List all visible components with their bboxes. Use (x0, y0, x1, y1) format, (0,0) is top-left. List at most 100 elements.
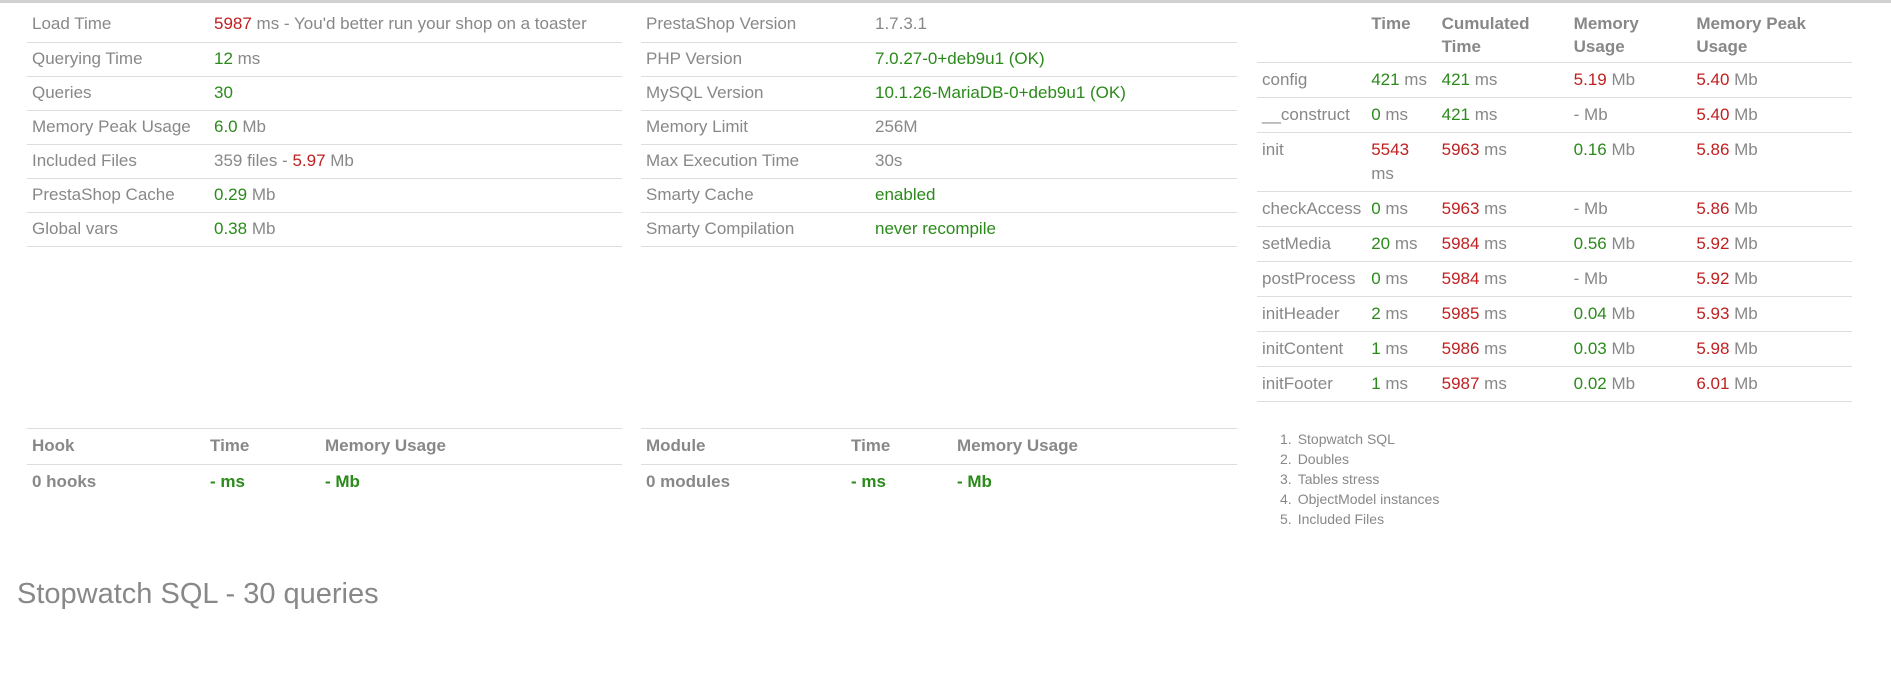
cell-cum: 5986 ms (1436, 331, 1569, 367)
cell-time: 421 ms (1366, 62, 1437, 98)
table-row: checkAccess 0 ms 5963 ms - Mb 5.86 Mb (1257, 191, 1852, 227)
row-label: PHP Version (641, 42, 870, 77)
step-name: config (1257, 62, 1367, 98)
row-value: 10.1.26-MariaDB-0+deb9u1 (OK) (870, 76, 1237, 111)
value-part: 10.1.26-MariaDB-0+deb9u1 (OK) (875, 82, 1126, 102)
cell-unit: Mb (1606, 304, 1636, 323)
value-part: 359 files - (214, 150, 293, 170)
table-row: Memory Limit 256M (641, 110, 1237, 145)
value-part: 30 (214, 82, 233, 102)
cell-value: 5984 (1441, 234, 1480, 253)
top-border (0, 0, 1891, 3)
section-link-objectmodel-instances[interactable]: 4. ObjectModel instances (1280, 489, 1439, 509)
cell-unit: ms (1479, 199, 1507, 218)
list-item-label: Tables stress (1297, 471, 1380, 487)
step-name: checkAccess (1257, 191, 1367, 227)
cell-value: 0 (1371, 105, 1381, 124)
cell-value: 6.01 (1696, 374, 1730, 393)
table-row: Global vars 0.38 Mb (27, 212, 622, 247)
row-label: Max Execution Time (641, 144, 870, 179)
cell-peak: 5.40 Mb (1691, 97, 1852, 133)
cell-value: 1 (1371, 374, 1381, 393)
value-part: 5987 (214, 14, 252, 33)
value-part: 30s (875, 150, 903, 170)
cell-value: 5987 (1441, 374, 1480, 393)
col-header-step (1257, 6, 1367, 63)
table-header-row: Hook Time Memory Usage (27, 429, 622, 465)
section-link-doubles[interactable]: 2. Doubles (1280, 449, 1439, 469)
cell-value: 0.02 (1573, 374, 1607, 393)
cell-mem: 0.03 Mb (1568, 331, 1692, 367)
step-name: initHeader (1257, 296, 1367, 332)
hooks-memory: - Mb (325, 471, 360, 491)
cell-unit: Mb (1606, 140, 1636, 159)
list-number: 5. (1280, 511, 1292, 527)
cell-unit: Mb (1579, 269, 1608, 288)
cell-cum: 5987 ms (1436, 366, 1569, 402)
modules-memory: - Mb (957, 471, 992, 491)
step-name: __construct (1257, 97, 1367, 133)
value-part: 7.0.27-0+deb9u1 (OK) (875, 48, 1045, 68)
cell-cum: 421 ms (1436, 97, 1569, 133)
cell-mem: - Mb (1568, 191, 1692, 227)
cell-unit: Mb (1729, 70, 1758, 89)
cell-unit: Mb (1729, 374, 1758, 393)
cell-time: 2 ms (1366, 296, 1437, 332)
section-link-stopwatch-sql[interactable]: 1. Stopwatch SQL (1280, 429, 1439, 449)
cell-unit: ms (1399, 70, 1427, 89)
row-label: Load Time (27, 8, 209, 43)
value-part: ms - You'd better run your shop on a toa… (251, 14, 587, 33)
cell-unit: Mb (1579, 199, 1608, 218)
hooks-count: 0 hooks (32, 471, 97, 491)
cell-peak: 6.01 Mb (1691, 366, 1852, 402)
cell-time: 1 ms (1366, 366, 1437, 402)
value-part: Mb (237, 116, 266, 136)
table-row: Querying Time 12 ms (27, 42, 622, 77)
cell-mem: 5.19 Mb (1568, 62, 1692, 98)
value-part: 0.29 (214, 184, 248, 204)
row-value: 5987 ms - You'd better run your shop on … (209, 8, 622, 43)
row-label: Querying Time (27, 42, 209, 77)
table-row: PrestaShop Cache 0.29 Mb (27, 178, 622, 213)
cell-value: 5.92 (1696, 269, 1730, 288)
table-row: Load Time 5987 ms - You'd better run your… (27, 8, 622, 43)
row-label: Memory Peak Usage (27, 110, 209, 145)
cell-value: 5.92 (1696, 234, 1730, 253)
table-row: PHP Version 7.0.27-0+deb9u1 (OK) (641, 42, 1237, 77)
table-row: config 421 ms 421 ms 5.19 Mb 5.40 Mb (1257, 62, 1852, 98)
cell-peak: 5.86 Mb (1691, 132, 1852, 192)
row-value: 0.38 Mb (209, 212, 622, 247)
value-part: ms (232, 48, 261, 68)
hooks-table: Hook Time Memory Usage 0 hooks - ms - Mb (27, 429, 622, 498)
cell-cum: 5985 ms (1436, 296, 1569, 332)
modules-table: Module Time Memory Usage 0 modules - ms … (641, 429, 1237, 498)
list-item-label: Included Files (1297, 511, 1385, 527)
cell-unit: Mb (1729, 140, 1758, 159)
cell-unit: ms (1380, 374, 1409, 393)
section-link-included-files[interactable]: 5. Included Files (1280, 509, 1439, 529)
summary-table-environment: PrestaShop Version 1.7.3.1 PHP Version 7.0.… (641, 8, 1237, 247)
row-label: MySQL Version (641, 76, 870, 111)
cell-peak: 5.98 Mb (1691, 331, 1852, 367)
value-part: 6.0 (214, 116, 238, 136)
cell-unit: ms (1380, 269, 1409, 288)
table-row: Queries 30 (27, 76, 622, 111)
value-part: Mb (325, 150, 354, 170)
table-header-row: Module Time Memory Usage (641, 429, 1237, 465)
section-link-tables-stress[interactable]: 3. Tables stress (1280, 469, 1439, 489)
row-value: 30 (209, 76, 622, 111)
cell-value: 5.19 (1573, 70, 1607, 89)
cell-unit: Mb (1729, 304, 1758, 323)
value-part: 12 (214, 48, 233, 68)
row-label: Smarty Compilation (641, 212, 870, 247)
cell-value: 5963 (1441, 199, 1480, 218)
section-index-list: 1. Stopwatch SQL 2. Doubles 3. Tables stress 4… (1280, 429, 1439, 529)
cell-mem: - Mb (1568, 97, 1692, 133)
cell-unit: ms (1479, 374, 1507, 393)
table-row: MySQL Version 10.1.26-MariaDB-0+deb9u1 (O… (641, 76, 1237, 111)
row-value: 30s (870, 144, 1237, 179)
cell-value: 0.03 (1573, 339, 1607, 358)
row-value: 6.0 Mb (209, 110, 622, 145)
table-row: setMedia 20 ms 5984 ms 0.56 Mb 5.92 Mb (1257, 226, 1852, 262)
cell-time: 0 ms (1366, 261, 1437, 297)
